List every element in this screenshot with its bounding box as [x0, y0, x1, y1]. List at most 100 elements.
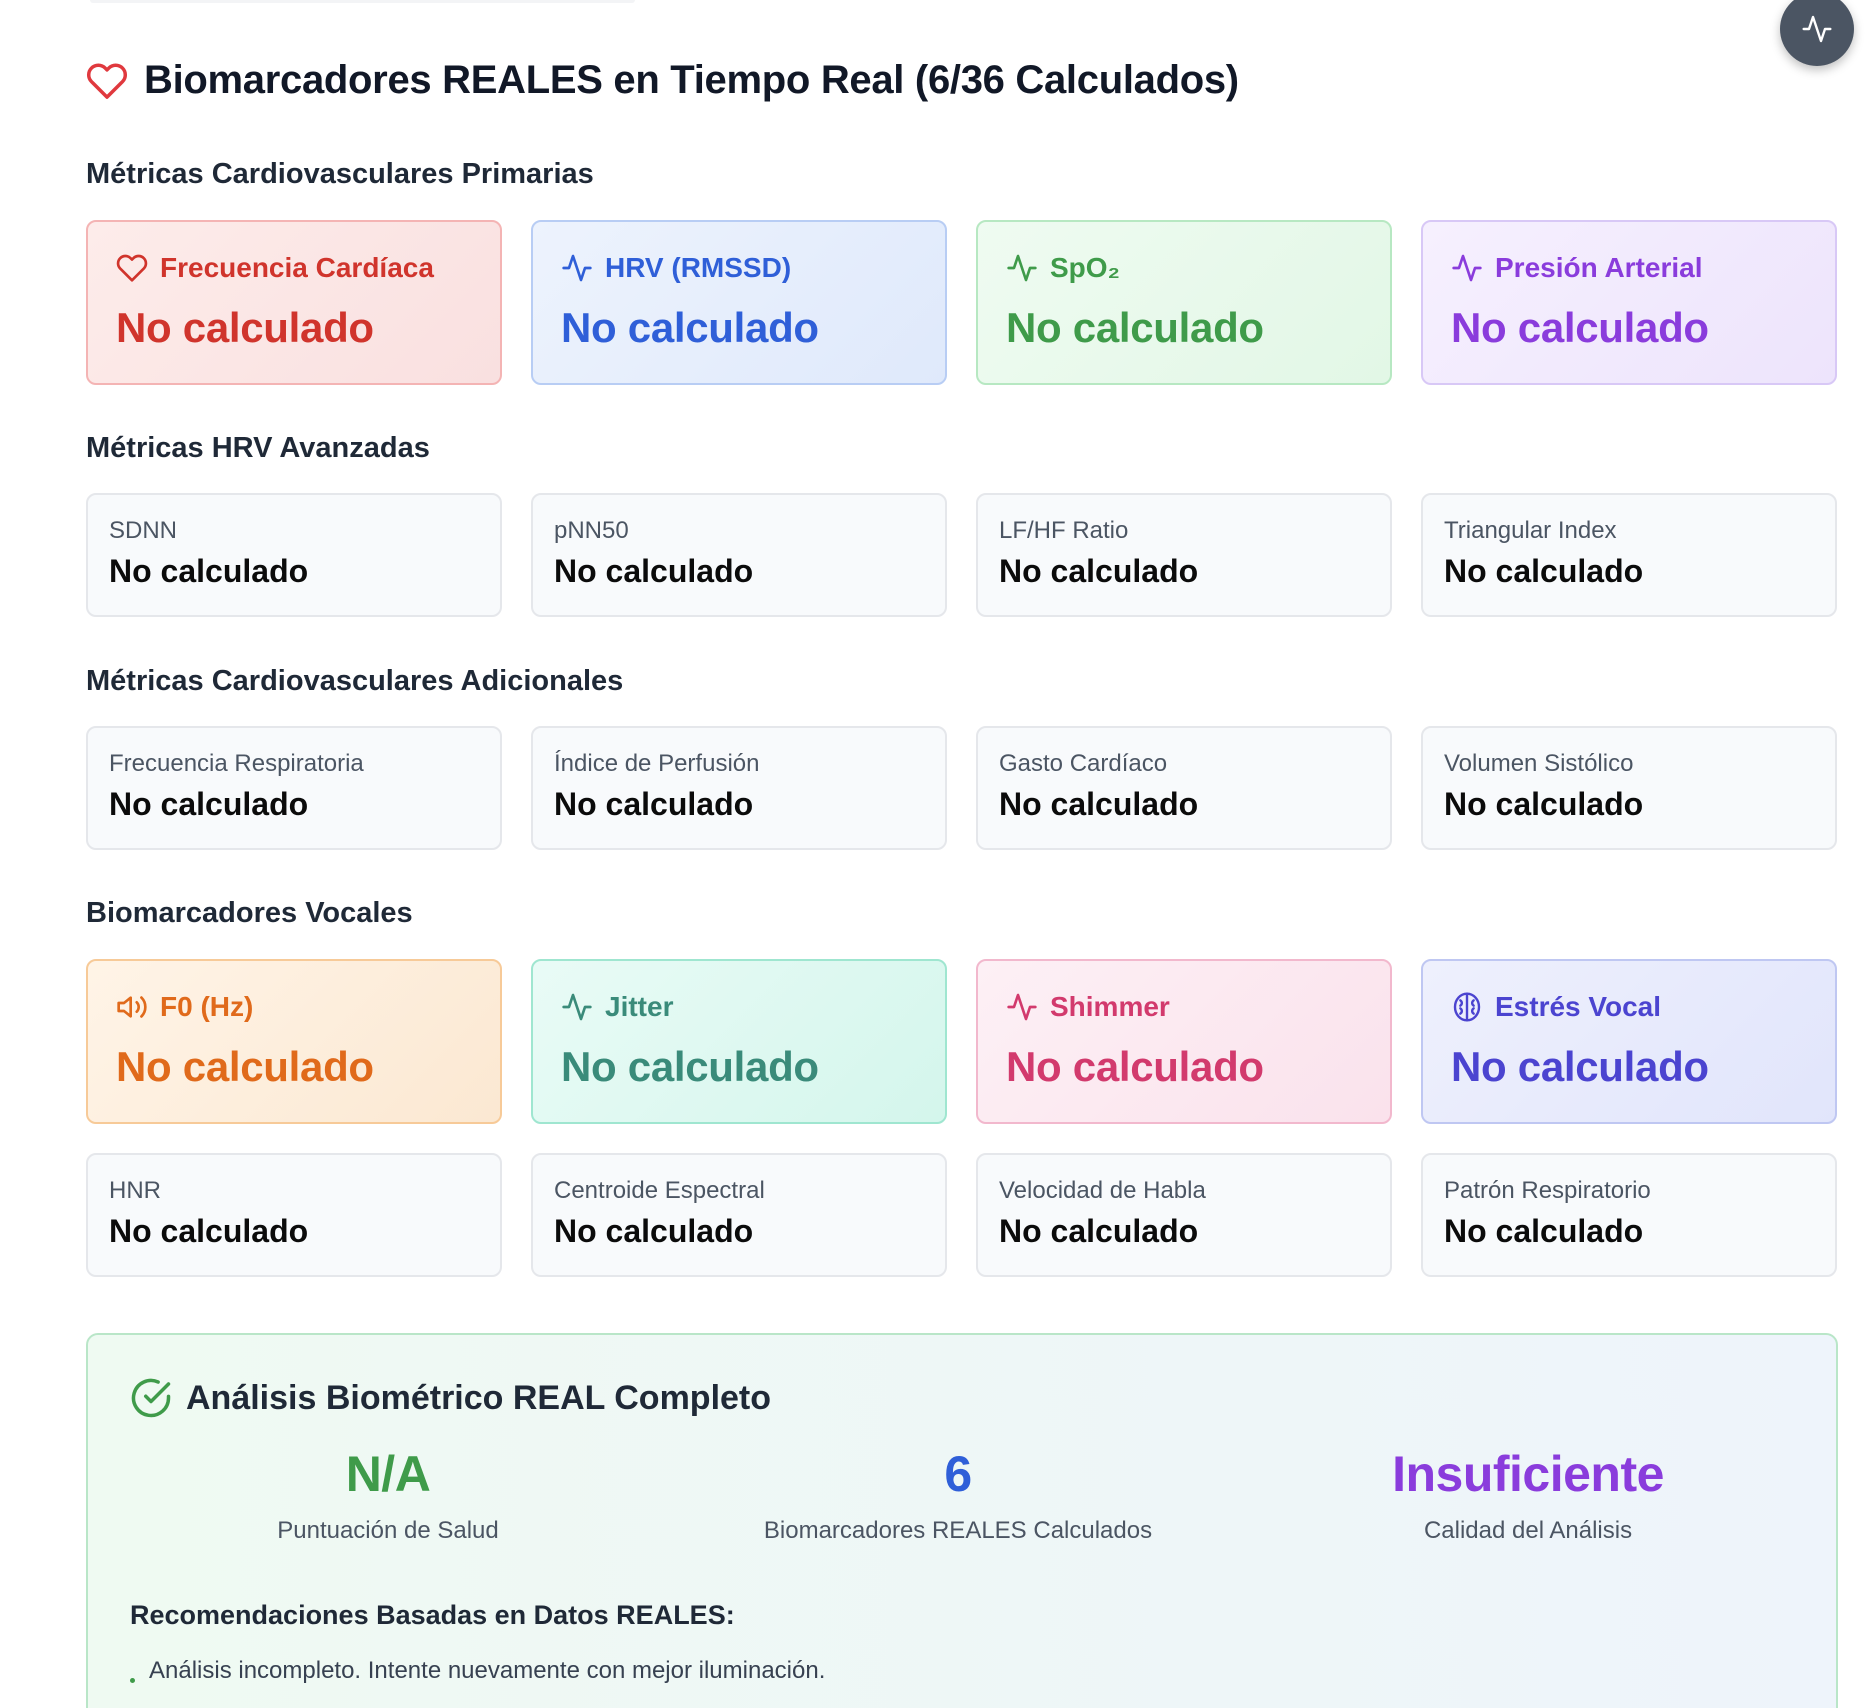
stat-value: Insuficiente [1392, 1446, 1664, 1502]
metric-card-cardiac-output: Gasto Cardíaco No calculado [976, 726, 1392, 850]
stat-caption: Puntuación de Salud [277, 1517, 499, 1544]
metric-label: SDNN [109, 517, 178, 544]
metric-card-perfusion-index: Índice de Perfusión No calculado [531, 726, 947, 850]
metric-value: No calculado [116, 1043, 374, 1090]
metric-card-lf-hf-ratio: LF/HF Ratio No calculado [976, 493, 1392, 617]
metric-value: No calculado [1006, 304, 1264, 351]
metric-card-blood-pressure: Presión Arterial No calculado [1421, 220, 1837, 385]
metric-value: No calculado [999, 1213, 1199, 1249]
metric-value: No calculado [1451, 304, 1709, 351]
metric-label: F0 (Hz) [160, 991, 254, 1022]
section-title-primary: Métricas Cardiovasculares Primarias [86, 158, 594, 190]
metric-label: HRV (RMSSD) [605, 252, 792, 283]
metric-card-vocal-stress: Estrés Vocal No calculado [1421, 959, 1837, 1124]
vocal-metrics-grid: F0 (Hz) No calculado Jitter No calculado… [86, 959, 1838, 1124]
vocal-extra-metrics-grid: HNR No calculado Centroide Espectral No … [86, 1153, 1838, 1277]
activity-icon [1007, 254, 1037, 282]
top-bar-edge [90, 0, 635, 3]
metric-card-shimmer: Shimmer No calculado [976, 959, 1392, 1124]
metric-card-triangular-index: Triangular Index No calculado [1421, 493, 1837, 617]
additional-metrics-grid: Frecuencia Respiratoria No calculado Índ… [86, 726, 1838, 850]
metric-value: No calculado [554, 786, 754, 822]
section-title-vocal: Biomarcadores Vocales [86, 897, 413, 929]
summary-title: Análisis Biométrico REAL Completo [130, 1377, 771, 1419]
metric-card-f0: F0 (Hz) No calculado [86, 959, 502, 1124]
page-title: Biomarcadores REALES en Tiempo Real (6/3… [86, 58, 1239, 103]
stat-biomarkers-count: 6 Biomarcadores REALES Calculados [678, 1445, 1238, 1545]
stat-value: 6 [944, 1446, 972, 1502]
hrv-metrics-grid: SDNN No calculado pNN50 No calculado LF/… [86, 493, 1838, 617]
bullet-dot [130, 1677, 135, 1683]
activity-icon [562, 993, 592, 1021]
metric-card-respiratory-pattern: Patrón Respiratorio No calculado [1421, 1153, 1837, 1277]
section-title-additional: Métricas Cardiovasculares Adicionales [86, 665, 624, 697]
check-circle-icon [131, 1378, 171, 1418]
metric-label: Triangular Index [1444, 517, 1617, 544]
metric-value: No calculado [554, 1213, 754, 1249]
recommendation-text: Análisis incompleto. Intente nuevamente … [149, 1657, 826, 1684]
metric-value: No calculado [1006, 1043, 1264, 1090]
metric-card-spectral-centroid: Centroide Espectral No calculado [531, 1153, 947, 1277]
recommendation-item: Análisis incompleto. Intente nuevamente … [130, 1657, 825, 1685]
metric-label: Índice de Perfusión [554, 750, 760, 777]
metric-card-stroke-volume: Volumen Sistólico No calculado [1421, 726, 1837, 850]
metric-label: Volumen Sistólico [1444, 750, 1634, 777]
stat-analysis-quality: Insuficiente Calidad del Análisis [1248, 1445, 1808, 1545]
metric-card-speech-rate: Velocidad de Habla No calculado [976, 1153, 1392, 1277]
metric-card-hnr: HNR No calculado [86, 1153, 502, 1277]
volume-icon [117, 996, 147, 1018]
metric-label: Centroide Espectral [554, 1177, 765, 1204]
stat-caption: Calidad del Análisis [1423, 1517, 1633, 1544]
stat-health-score: N/A Puntuación de Salud [108, 1445, 668, 1545]
metric-label: Velocidad de Habla [999, 1177, 1206, 1204]
metric-value: No calculado [1444, 1213, 1644, 1249]
metric-value: No calculado [1451, 1043, 1709, 1090]
brain-icon [1453, 992, 1481, 1022]
metric-value: No calculado [109, 1213, 309, 1249]
metric-value: No calculado [109, 553, 309, 589]
metric-label: Presión Arterial [1495, 252, 1703, 283]
metric-label: Estrés Vocal [1495, 991, 1662, 1022]
metric-label: pNN50 [554, 517, 629, 544]
activity-icon [1452, 254, 1482, 282]
page-title-text: Biomarcadores REALES en Tiempo Real (6/3… [144, 58, 1239, 102]
metric-label: LF/HF Ratio [999, 517, 1129, 544]
activity-icon [1802, 15, 1832, 43]
metric-card-pnn50: pNN50 No calculado [531, 493, 947, 617]
heart-icon [116, 254, 148, 282]
metric-label: Jitter [605, 991, 674, 1022]
primary-metrics-grid: Frecuencia Cardíaca No calculado HRV (RM… [86, 220, 1838, 385]
metric-value: No calculado [109, 786, 309, 822]
section-title-hrv: Métricas HRV Avanzadas [86, 432, 430, 464]
stat-caption: Biomarcadores REALES Calculados [763, 1517, 1153, 1544]
metric-value: No calculado [561, 1043, 819, 1090]
metric-value: No calculado [116, 304, 374, 351]
activity-icon [1007, 993, 1037, 1021]
metric-label: Gasto Cardíaco [999, 750, 1168, 777]
metric-value: No calculado [1444, 786, 1644, 822]
summary-title-text: Análisis Biométrico REAL Completo [186, 1378, 772, 1417]
metric-value: No calculado [561, 304, 819, 351]
metric-card-spo2: SpO₂ No calculado [976, 220, 1392, 385]
metric-label: Frecuencia Respiratoria [109, 750, 364, 777]
stat-value: N/A [345, 1446, 431, 1502]
metric-label: HNR [109, 1177, 161, 1204]
recommendations-title: Recomendaciones Basadas en Datos REALES: [130, 1600, 735, 1630]
analysis-summary-panel: Análisis Biométrico REAL Completo N/A Pu… [86, 1333, 1838, 1708]
metric-label: Patrón Respiratorio [1444, 1177, 1651, 1204]
metric-label: Shimmer [1050, 991, 1170, 1022]
heart-icon [86, 63, 128, 99]
metric-label: Frecuencia Cardíaca [160, 252, 434, 283]
metric-value: No calculado [1444, 553, 1644, 589]
metric-value: No calculado [999, 553, 1199, 589]
metric-label: SpO₂ [1050, 252, 1120, 283]
activity-icon [562, 254, 592, 282]
metric-card-jitter: Jitter No calculado [531, 959, 947, 1124]
metric-card-sdnn: SDNN No calculado [86, 493, 502, 617]
metric-card-heart-rate: Frecuencia Cardíaca No calculado [86, 220, 502, 385]
metric-card-hrv-rmssd: HRV (RMSSD) No calculado [531, 220, 947, 385]
activity-fab-button[interactable] [1780, 0, 1854, 66]
metric-value: No calculado [554, 553, 754, 589]
metric-value: No calculado [999, 786, 1199, 822]
metric-card-respiratory-rate: Frecuencia Respiratoria No calculado [86, 726, 502, 850]
